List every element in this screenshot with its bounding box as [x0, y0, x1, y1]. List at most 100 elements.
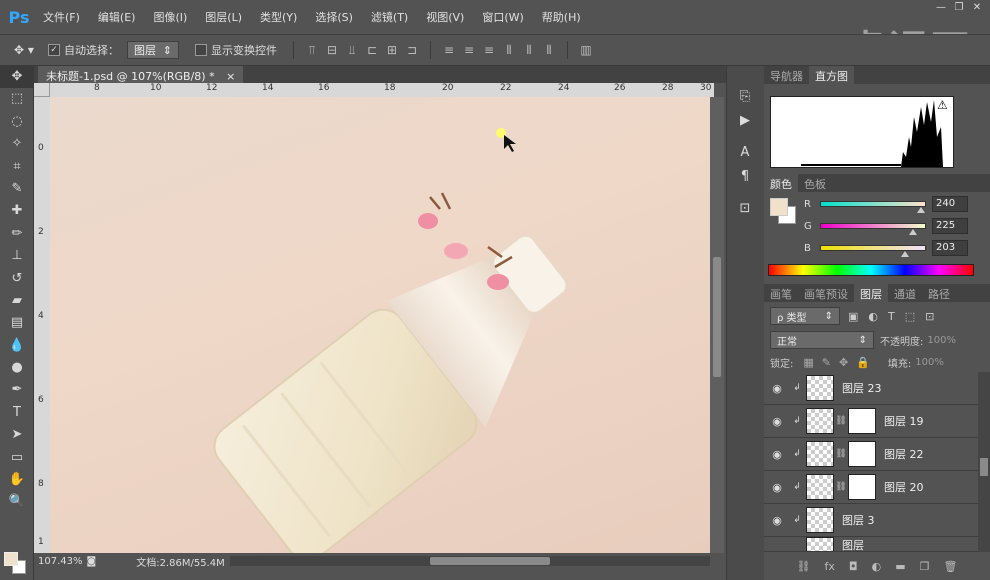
- menu-filter[interactable]: 滤镜(T): [362, 9, 417, 25]
- slider-b-track[interactable]: [820, 245, 926, 257]
- new-layer-icon[interactable]: ❐: [920, 560, 930, 573]
- layer-name[interactable]: 图层 22: [884, 446, 924, 462]
- tab-layers[interactable]: 图层: [854, 284, 888, 302]
- slider-b-knob[interactable]: [901, 251, 909, 257]
- vertical-scrollbar[interactable]: [710, 97, 724, 553]
- close-button[interactable]: ✕: [970, 2, 984, 14]
- pen-tool-icon[interactable]: ✒: [0, 379, 34, 401]
- tab-brush-presets[interactable]: 画笔预设: [798, 284, 854, 302]
- menu-image[interactable]: 图像(I): [144, 9, 196, 25]
- layer-row[interactable]: ◉ ↲ 图层 23: [764, 372, 978, 405]
- menu-file[interactable]: 文件(F): [34, 9, 89, 25]
- layer-row[interactable]: ◉ ↲ ⛓ 图层 22: [764, 438, 978, 471]
- move-tool-icon[interactable]: ✥: [0, 66, 34, 89]
- visibility-eye-icon[interactable]: ◉: [764, 382, 790, 395]
- blur-tool-icon[interactable]: 💧: [0, 335, 34, 357]
- menu-edit[interactable]: 编辑(E): [89, 9, 145, 25]
- distribute-vcenter-icon[interactable]: ≡: [459, 43, 479, 57]
- eraser-tool-icon[interactable]: ▰: [0, 290, 34, 312]
- mask-link-icon[interactable]: ⛓: [834, 449, 848, 459]
- foreground-color-swatch[interactable]: [4, 552, 18, 566]
- filter-pixel-icon[interactable]: ▣: [848, 310, 858, 323]
- auto-select-dropdown[interactable]: 图层 ⇕: [127, 41, 179, 59]
- tab-paths[interactable]: 路径: [922, 284, 956, 302]
- auto-align-icon[interactable]: ▥: [576, 43, 596, 57]
- filter-type-icon[interactable]: T: [888, 310, 895, 323]
- layer-name[interactable]: 图层 19: [884, 413, 924, 429]
- distribute-bottom-icon[interactable]: ≡: [479, 43, 499, 57]
- type-tool-icon[interactable]: T: [0, 402, 34, 424]
- zoom-tool-icon[interactable]: 🔍: [0, 491, 34, 513]
- hand-tool-icon[interactable]: ✋: [0, 469, 34, 491]
- folder-icon[interactable]: ▬: [895, 560, 905, 573]
- path-selection-tool-icon[interactable]: ➤: [0, 424, 34, 446]
- mask-link-icon[interactable]: ⛓: [834, 416, 848, 426]
- layer-filter-dropdown[interactable]: ρ 类型 ⇕: [770, 307, 840, 325]
- layers-scrollbar[interactable]: [978, 372, 990, 552]
- slider-b-value[interactable]: 203: [932, 240, 968, 256]
- lasso-tool-icon[interactable]: ◌: [0, 111, 34, 133]
- tab-brush[interactable]: 画笔: [764, 284, 798, 302]
- visibility-eye-icon[interactable]: ◉: [764, 481, 790, 494]
- history-brush-tool-icon[interactable]: ↺: [0, 268, 34, 290]
- horizontal-scrollbar[interactable]: [230, 556, 710, 566]
- mask-link-icon[interactable]: ⛓: [834, 482, 848, 492]
- brush-tool-icon[interactable]: ✏: [0, 223, 34, 245]
- layer-row[interactable]: ◉ ↲ 图层 3: [764, 504, 978, 537]
- align-vcenter-icon[interactable]: ⊟: [322, 43, 342, 57]
- dodge-tool-icon[interactable]: ●: [0, 357, 34, 379]
- mask-icon[interactable]: ◘: [849, 560, 858, 573]
- opacity-value[interactable]: 100%: [927, 335, 956, 346]
- menu-help[interactable]: 帮助(H): [533, 9, 590, 25]
- adjustment-icon[interactable]: ◐: [872, 560, 882, 573]
- link-icon[interactable]: ⛓: [797, 560, 811, 573]
- distribute-left-icon[interactable]: ⦀: [499, 43, 519, 58]
- lock-move-icon[interactable]: ✥: [839, 356, 848, 369]
- menu-window[interactable]: 窗口(W): [473, 9, 532, 25]
- ruler-corner[interactable]: [34, 83, 50, 97]
- clone-stamp-tool-icon[interactable]: ⊥: [0, 245, 34, 267]
- layer-mask-thumbnail[interactable]: [848, 474, 876, 500]
- slider-g-knob[interactable]: [909, 229, 917, 235]
- visibility-eye-icon[interactable]: ◉: [764, 514, 790, 527]
- doc-size-info[interactable]: 文档:2.86M/55.4M: [136, 554, 225, 569]
- fill-value[interactable]: 100%: [915, 357, 944, 368]
- color-spectrum-bar[interactable]: [768, 264, 974, 276]
- paragraph-panel-icon[interactable]: ¶: [727, 166, 763, 188]
- filter-shape-icon[interactable]: ⬚: [905, 310, 915, 323]
- slider-g-value[interactable]: 225: [932, 218, 968, 234]
- layer-name[interactable]: 图层 20: [884, 479, 924, 495]
- slider-r-value[interactable]: 240: [932, 196, 968, 212]
- scroll-thumb[interactable]: [713, 257, 721, 377]
- healing-tool-icon[interactable]: ✚: [0, 200, 34, 222]
- align-hcenter-icon[interactable]: ⊞: [382, 43, 402, 57]
- auto-select-checkbox[interactable]: ✓: [48, 44, 60, 56]
- document-tab[interactable]: 未标题-1.psd @ 107%(RGB/8) * ×: [38, 66, 244, 83]
- crop-tool-icon[interactable]: ⌗: [0, 156, 34, 178]
- align-right-icon[interactable]: ⊐: [402, 43, 422, 57]
- move-tool-preset-icon[interactable]: ✥ ▾: [14, 43, 48, 57]
- shape-tool-icon[interactable]: ▭: [0, 447, 34, 469]
- blend-mode-dropdown[interactable]: 正常 ⇕: [770, 331, 874, 349]
- zoom-level[interactable]: 107.43%: [38, 556, 83, 567]
- fx-icon[interactable]: fx: [825, 560, 835, 573]
- scroll-thumb[interactable]: [430, 557, 550, 565]
- distribute-top-icon[interactable]: ≡: [439, 43, 459, 57]
- visibility-eye-icon[interactable]: ◉: [764, 448, 790, 461]
- trash-icon[interactable]: 🗑: [943, 560, 957, 573]
- marquee-tool-icon[interactable]: ⬚: [0, 88, 34, 110]
- distribute-hcenter-icon[interactable]: ⦀: [519, 43, 539, 58]
- tab-swatches[interactable]: 色板: [798, 174, 832, 192]
- gradient-tool-icon[interactable]: ▤: [0, 312, 34, 334]
- actions-panel-icon[interactable]: ▶: [727, 110, 763, 132]
- slider-r-knob[interactable]: [917, 207, 925, 213]
- document-canvas[interactable]: [50, 97, 710, 553]
- lock-pixels-icon[interactable]: ▦: [803, 356, 813, 369]
- scroll-thumb[interactable]: [980, 458, 988, 476]
- visibility-eye-icon[interactable]: ◉: [764, 415, 790, 428]
- layer-row[interactable]: ◉ ↲ ⛓ 图层 20: [764, 471, 978, 504]
- align-left-icon[interactable]: ⊏: [362, 43, 382, 57]
- filter-adjust-icon[interactable]: ◐: [868, 310, 878, 323]
- tool-presets-icon[interactable]: ⊡: [727, 198, 763, 220]
- layer-name[interactable]: 图层: [842, 537, 864, 551]
